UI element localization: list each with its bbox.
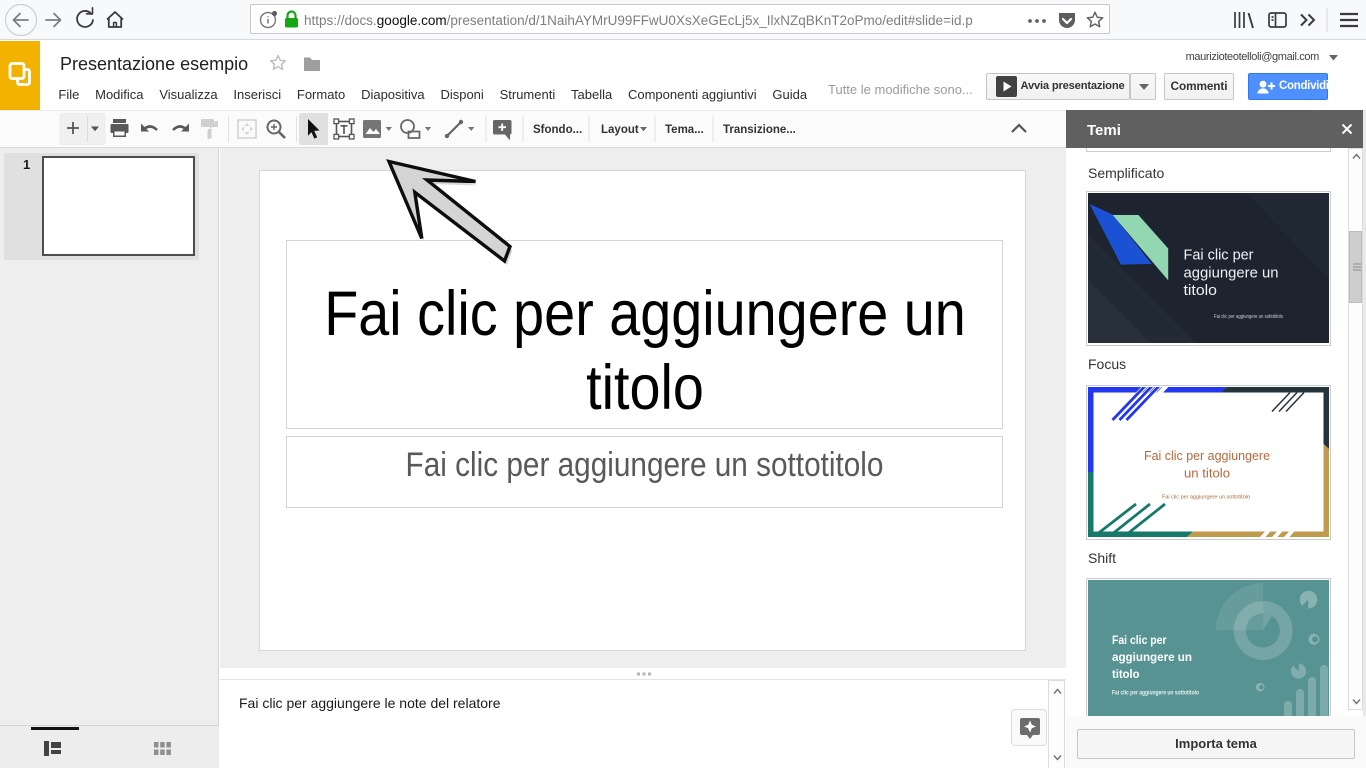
svg-text:Fai clic per aggiungere: Fai clic per aggiungere xyxy=(1144,448,1270,463)
svg-text:Fai clic per aggiungere un sot: Fai clic per aggiungere un sottotitolo xyxy=(1112,690,1199,697)
svg-text:aggiungere un: aggiungere un xyxy=(1112,650,1192,664)
svg-text:aggiungere un: aggiungere un xyxy=(1184,266,1279,282)
svg-text:titolo: titolo xyxy=(1112,667,1140,681)
svg-text:Layout: Layout xyxy=(601,124,639,136)
svg-text:un titolo: un titolo xyxy=(1184,466,1230,481)
svg-text:Fai clic per aggiungere un sot: Fai clic per aggiungere un sottotitolo xyxy=(1162,495,1250,501)
svg-text:Sfondo...: Sfondo... xyxy=(533,124,582,136)
svg-text:titolo: titolo xyxy=(1184,283,1218,299)
svg-text:Fai clic per: Fai clic per xyxy=(1184,248,1254,264)
svg-text:Fai clic per aggiungere un sot: Fai clic per aggiungere un sottotitolo xyxy=(1214,314,1283,320)
svg-text:Fai clic per: Fai clic per xyxy=(1112,633,1167,647)
svg-text:Tema...: Tema... xyxy=(665,124,704,136)
svg-text:Transizione...: Transizione... xyxy=(723,124,796,136)
